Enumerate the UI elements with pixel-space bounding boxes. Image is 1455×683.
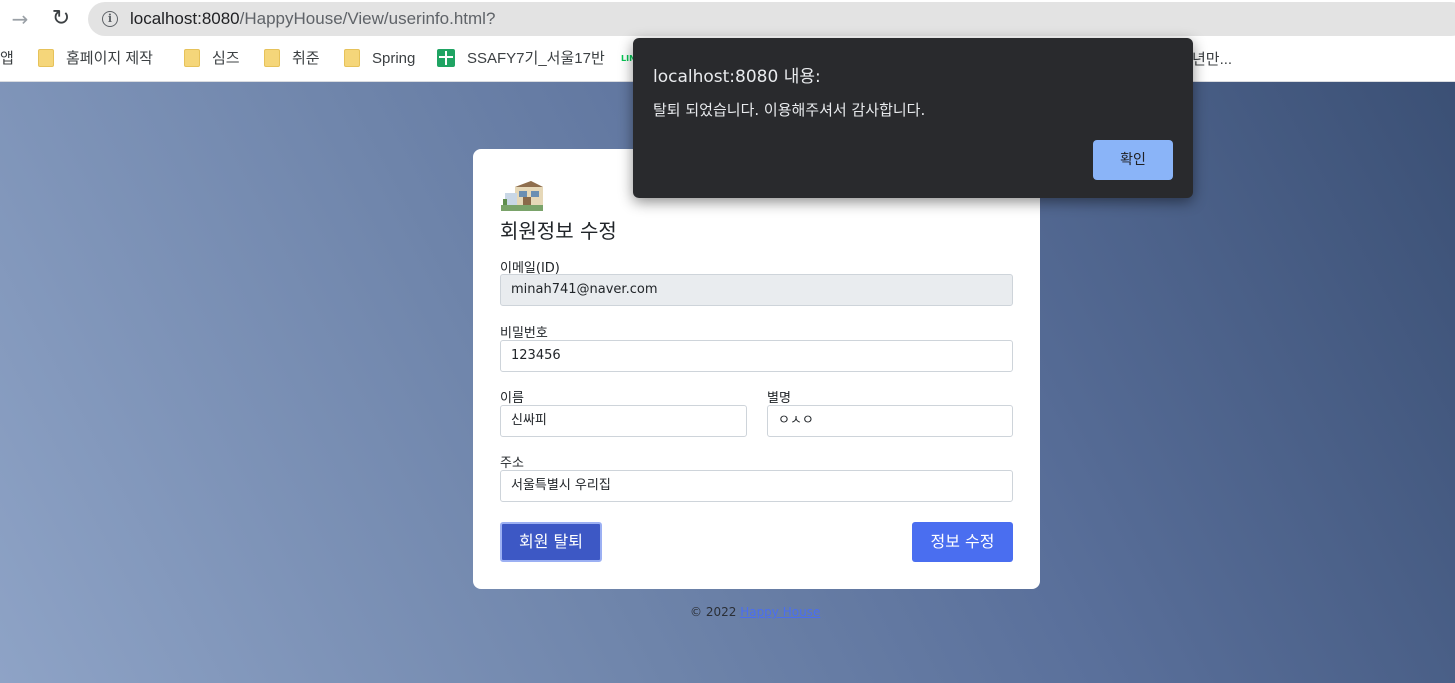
url-path: /HappyHouse/View/userinfo.html? xyxy=(239,9,496,28)
address-field[interactable]: 서울특별시 우리집 xyxy=(500,470,1013,502)
email-field: minah741@naver.com xyxy=(500,274,1013,306)
footer: © 2022 Happy House xyxy=(690,605,820,619)
dialog-message: 탈퇴 되었습니다. 이용해주셔서 감사합니다. xyxy=(653,101,926,119)
house-logo-icon xyxy=(501,181,543,211)
bookmark-tail[interactable]: 년만... xyxy=(1192,48,1232,69)
bookmark-folder-4[interactable]: Spring xyxy=(344,48,415,70)
alert-dialog: localhost:8080 내용: 탈퇴 되었습니다. 이용해주셔서 감사합니… xyxy=(633,38,1193,198)
password-label: 비밀번호 xyxy=(500,326,548,341)
page-title: 회원정보 수정 xyxy=(500,219,617,243)
footer-copyright: © 2022 xyxy=(690,605,737,619)
user-info-card: 회원정보 수정 이메일(ID) minah741@naver.com 비밀번호 … xyxy=(473,149,1040,589)
bookmark-label: 홈페이지 제작 xyxy=(66,50,153,67)
nickname-label: 별명 xyxy=(767,391,791,406)
bookmark-folder-2[interactable]: 심즈 xyxy=(184,48,240,70)
sheets-icon xyxy=(437,49,455,67)
bookmark-sheet[interactable]: SSAFY7기_서울17반 xyxy=(437,48,605,70)
bookmark-label: Spring xyxy=(372,50,416,67)
bookmark-label: 심즈 xyxy=(212,50,240,67)
name-field[interactable]: 신싸피 xyxy=(500,405,747,437)
bookmark-label: SSAFY7기_서울17반 xyxy=(467,50,605,67)
address-bar[interactable]: i localhost:8080/HappyHouse/View/userinf… xyxy=(88,2,1455,36)
folder-icon xyxy=(184,49,200,67)
address-label: 주소 xyxy=(500,456,524,471)
folder-icon xyxy=(344,49,360,67)
folder-icon xyxy=(38,49,54,67)
dialog-title: localhost:8080 내용: xyxy=(653,67,821,87)
info-icon[interactable]: i xyxy=(102,11,118,27)
bookmark-folder-1[interactable]: 홈페이지 제작 xyxy=(38,48,153,70)
update-info-button[interactable]: 정보 수정 xyxy=(912,522,1013,562)
footer-link[interactable]: Happy House xyxy=(740,605,820,619)
bookmark-label: 취준 xyxy=(292,50,320,67)
password-field[interactable]: 123456 xyxy=(500,340,1013,372)
url-host: localhost:8080 xyxy=(130,9,240,28)
url-text[interactable]: localhost:8080/HappyHouse/View/userinfo.… xyxy=(130,9,495,29)
bookmark-folder-3[interactable]: 취준 xyxy=(264,48,320,70)
ok-button[interactable]: 확인 xyxy=(1093,140,1173,180)
nickname-field[interactable]: ㅇㅅㅇ xyxy=(767,405,1013,437)
reload-icon[interactable]: ↻ xyxy=(48,7,74,31)
folder-icon xyxy=(264,49,280,67)
withdraw-button[interactable]: 회원 탈퇴 xyxy=(500,522,602,562)
bookmark-apps[interactable]: 앱 xyxy=(0,48,14,70)
forward-arrow-icon[interactable]: → xyxy=(7,7,33,31)
bookmark-apps-label: 앱 xyxy=(0,50,14,67)
name-label: 이름 xyxy=(500,391,524,406)
browser-toolbar: → ↻ i localhost:8080/HappyHouse/View/use… xyxy=(0,0,1455,38)
